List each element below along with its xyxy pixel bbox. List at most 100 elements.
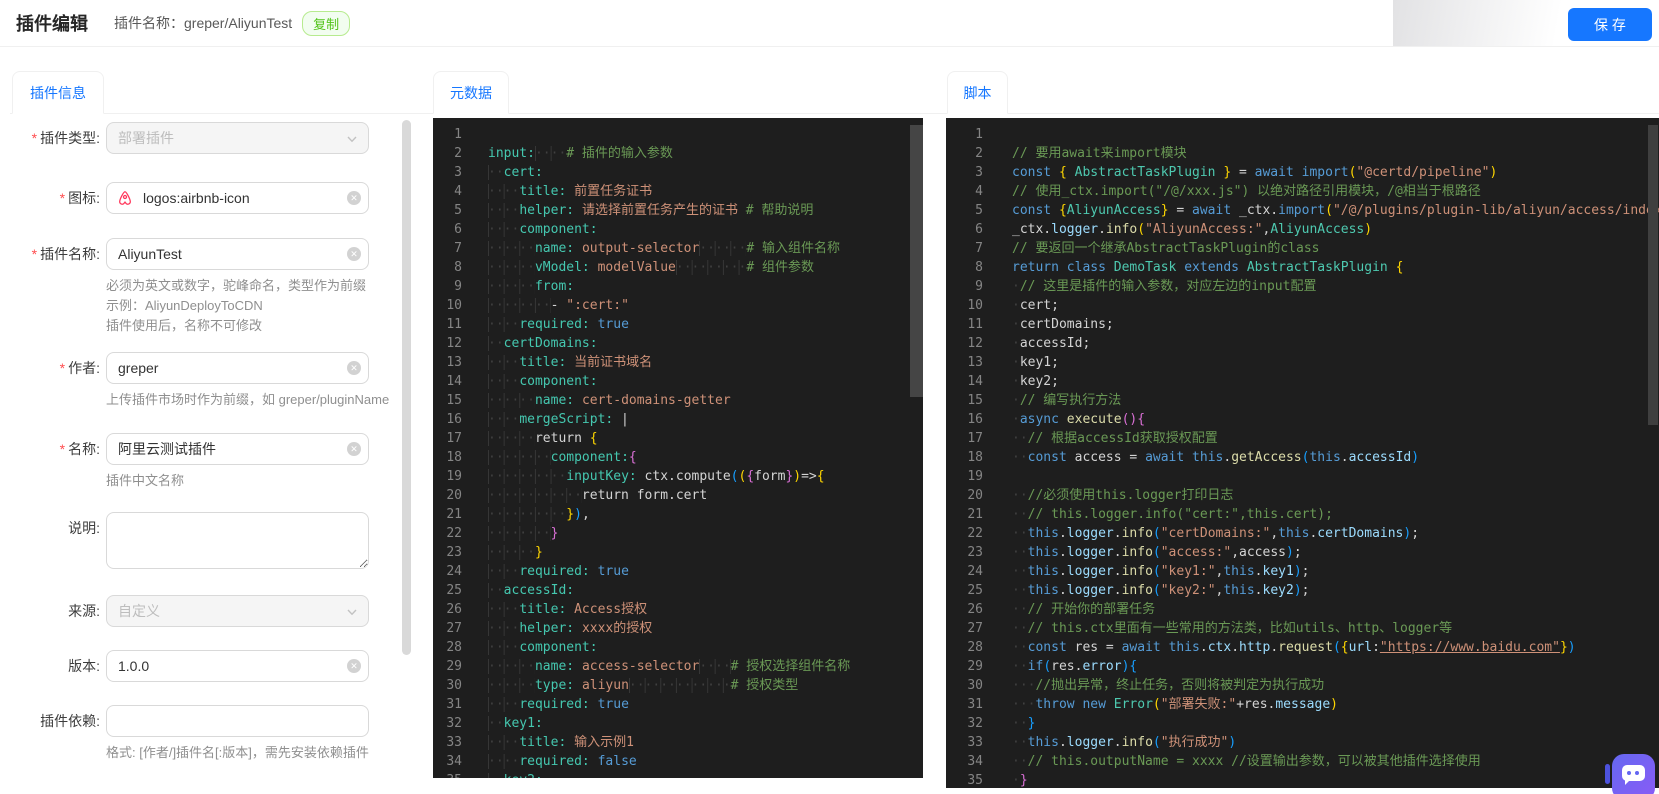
title-input[interactable] (106, 433, 369, 465)
code-line: 27 ····helper: xxxx的授权 (446, 621, 653, 636)
dependencies-label: 插件依赖: (40, 713, 100, 729)
code-line: 5 ····helper: 请选择前置任务产生的证书 # 帮助说明 (454, 203, 814, 218)
form-scrollbar[interactable] (402, 120, 411, 655)
code-line: 6 _ctx.logger.info("AliyunAccess:",Aliyun… (975, 222, 1373, 237)
code-line: 1 (975, 127, 983, 142)
code-line: 33 ··this.logger.info("执行成功") (967, 735, 1237, 750)
code-line: 4 ····title: 前置任务证书 (454, 184, 653, 199)
code-line: 17 ······return { (446, 431, 598, 446)
script-editor-scrollbar[interactable] (1648, 125, 1658, 425)
source-label: 来源: (68, 603, 100, 619)
chat-widget-button[interactable] (1612, 754, 1655, 794)
code-line: 35··key2: (433, 771, 923, 778)
title-label: 名称: (68, 441, 100, 457)
code-line: 18 ··const access = await this.getAccess(… (967, 450, 1420, 465)
plugin-name-help: 必须为英文或数字，驼峰命名，类型作为前缀 示例：AliyunDeployToCD… (106, 278, 367, 334)
airbnb-logo-icon (119, 191, 131, 205)
required-star (60, 360, 68, 376)
code-line: 19 ··········inputKey: ctx.compute(({form… (446, 469, 825, 484)
plugin-info-form: 插件类型: 部署插件 图标: ✕ 插件名称: ✕ 必须为英文或数字，驼峰命名，类… (10, 114, 410, 794)
tab-plugin-info-label: 插件信息 (30, 84, 86, 101)
metadata-code-editor[interactable]: 1 2 input:····# 插件的输入参数 3 ··cert: 4 ····title:… (433, 118, 923, 778)
code-line: 22 ··this.logger.info("certDomains:",this… (967, 526, 1420, 541)
code-line: 7 ······name: output-selector······# 输入组件… (454, 241, 840, 256)
dependencies-input[interactable] (106, 705, 369, 737)
page-header: 插件编辑 插件名称：greper/AliyunTest 复制 (0, 0, 1659, 47)
code-line: 9 ······from: (454, 279, 575, 294)
description-textarea[interactable] (106, 512, 369, 569)
code-line: 30 ······type: aliyun·············# 授权类型 (446, 678, 799, 693)
script-code-editor[interactable]: 1 2// 要用await来import模块 3 const { AbstractTa… (946, 118, 1659, 788)
plugin-type-value: 部署插件 (118, 130, 174, 146)
clear-icon[interactable]: ✕ (347, 191, 361, 205)
code-line: 23 ······} (446, 545, 543, 560)
code-line: 1 (454, 127, 462, 142)
clear-icon[interactable]: ✕ (347, 247, 361, 261)
code-line: 28 ··const res = await this.ctx.http.requ… (967, 640, 1576, 655)
clear-icon[interactable]: ✕ (347, 361, 361, 375)
code-line: 14 ····component: (446, 374, 598, 389)
code-line: 2 input:····# 插件的输入参数 (454, 146, 673, 161)
save-button[interactable]: 保 存 (1568, 8, 1652, 41)
tab-plugin-info[interactable]: 插件信息 (12, 71, 104, 114)
code-line: 32 ··} (967, 716, 1036, 731)
chevron-down-icon (347, 609, 357, 616)
code-line: 16 ····mergeScript: | (446, 412, 629, 427)
code-line: 14 ·key2; (967, 374, 1059, 389)
icon-label: 图标: (68, 190, 100, 206)
metadata-editor-scrollbar[interactable] (910, 125, 923, 397)
description-label: 说明: (68, 520, 100, 536)
code-line: 31 ····required: true (446, 697, 629, 712)
code-line: 11 ····required: true (446, 317, 629, 332)
code-line: 12 ··certDomains: (446, 336, 598, 351)
code-line: 4// 使用_ctx.import("/@/xxx.js") 以绝对路径引用模块… (975, 184, 1481, 199)
copy-button[interactable]: 复制 (302, 10, 351, 36)
author-input[interactable] (106, 352, 369, 384)
plugin-type-select: 部署插件 (106, 122, 369, 154)
code-line: 24 ··this.logger.info("key1:",this.key1); (967, 564, 1310, 579)
code-line: 13 ·key1; (967, 355, 1059, 370)
code-line: 17 ··// 根据accessId获取授权配置 (967, 431, 1218, 446)
code-line: 12 ·accessId; (967, 336, 1091, 351)
code-line: 6 ····component: (454, 222, 598, 237)
chat-widget-handle[interactable] (1605, 764, 1610, 784)
code-line: 20 ············return form.cert (446, 488, 708, 503)
source-select: 自定义 (106, 595, 369, 627)
code-line: 8 return class DemoTask extends AbstractT… (975, 260, 1404, 275)
code-line: 2// 要用await来import模块 (975, 146, 1187, 161)
code-line: 25 ··accessId: (446, 583, 575, 598)
plugin-name-input[interactable] (106, 238, 369, 270)
version-label: 版本: (68, 658, 100, 674)
code-line: 26 ····title: Access授权 (446, 602, 648, 617)
code-line: 9 ·// 这里是插件的输入参数，对应左边的input配置 (975, 279, 1317, 294)
chat-bubble-icon (1622, 765, 1645, 785)
code-line: 15 ······name: cert-domains-getter (446, 393, 731, 408)
icon-input[interactable] (106, 182, 369, 214)
code-line: 7// 要返回一个继承AbstractTaskPlugin的class (975, 241, 1320, 256)
code-line: 15 ·// 编写执行方法 (967, 393, 1122, 408)
code-line: 3 ··cert: (454, 165, 543, 180)
code-line: 27 ··// this.ctx里面有一些常用的方法类，比如utils、http、… (967, 621, 1453, 636)
code-line: 26 ··// 开始你的部署任务 (967, 602, 1156, 617)
code-line: 35 ·} (967, 773, 1028, 788)
tab-metadata[interactable]: 元数据 (433, 71, 509, 114)
plugin-name-label: 插件名称: (40, 246, 100, 262)
version-input[interactable] (106, 650, 369, 682)
code-line: 23 ··this.logger.info("access:",access); (967, 545, 1302, 560)
code-line: 32 ··key1: (446, 716, 543, 731)
author-help: 上传插件市场时作为前缀，如 greper/pluginName (106, 392, 390, 407)
code-line: 29 ··if(res.error){ (967, 659, 1138, 674)
source-value: 自定义 (118, 603, 160, 619)
clear-icon[interactable]: ✕ (347, 659, 361, 673)
tab-script[interactable]: 脚本 (947, 71, 1008, 114)
clear-icon[interactable]: ✕ (347, 442, 361, 456)
code-line: 22 ········} (446, 526, 559, 541)
chevron-down-icon (347, 136, 357, 143)
dependencies-help: 格式: [作者/]插件名[:版本]，需先安装依赖插件 (106, 745, 369, 760)
code-line: 13 ····title: 当前证书域名 (446, 355, 653, 370)
plugin-name-text: 插件名称：greper/AliyunTest (114, 15, 293, 31)
required-star (32, 130, 40, 146)
code-line: 34 ··// this.outputName = xxxx //设置输出参数，可… (967, 754, 1481, 769)
code-line: 16 ·async execute(){ (967, 412, 1146, 427)
plugin-type-label: 插件类型: (40, 130, 100, 146)
